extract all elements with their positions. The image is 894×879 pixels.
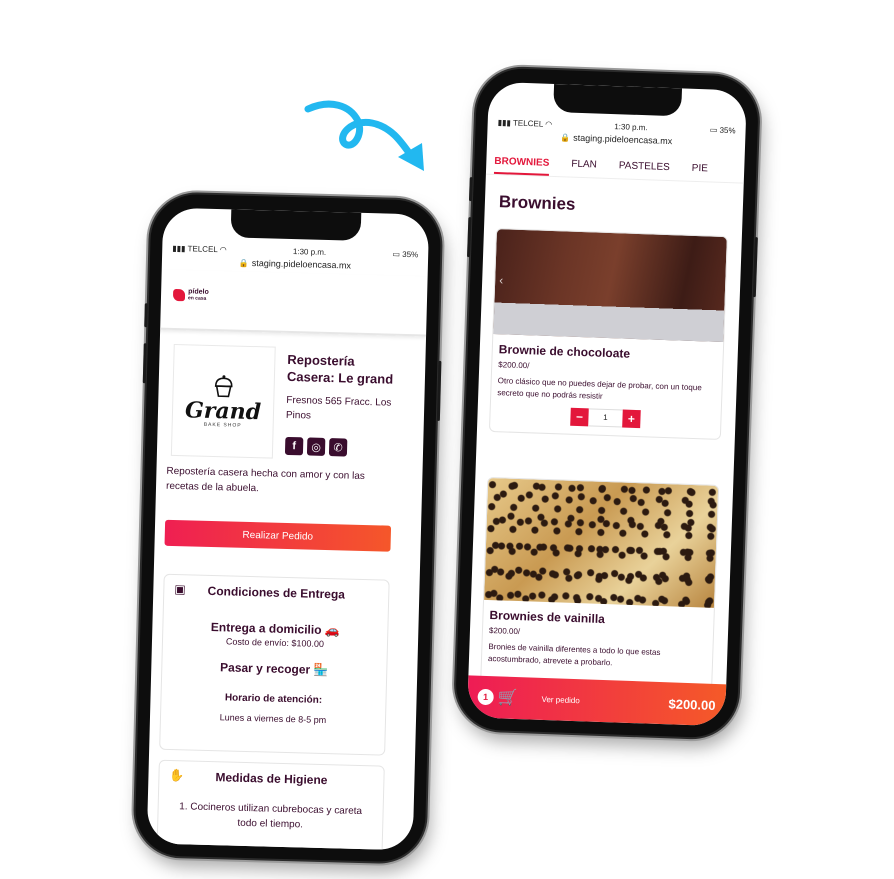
logo-text: Grand xyxy=(184,397,262,426)
phone-right-screen: ▮▮▮ TELCEL ◠ 1:30 p.m. ▭ 35% 🔒 staging.pi… xyxy=(466,81,747,727)
status-time: 1:30 p.m. xyxy=(614,121,648,132)
store-address: Fresnos 565 Fracc. Los Pinos xyxy=(285,394,392,422)
delivery-title: Condiciones de Entrega xyxy=(207,583,346,602)
tab-pie[interactable]: PIE xyxy=(691,159,708,182)
carrier-label: TELCEL xyxy=(512,118,544,129)
signal-icon: ▮▮▮ xyxy=(497,117,512,127)
lock-icon: 🔒 xyxy=(560,133,571,143)
brand-mark-icon xyxy=(172,288,186,302)
tab-brownies[interactable]: BROWNIES xyxy=(493,151,550,176)
whatsapp-icon[interactable]: ◎ xyxy=(306,437,326,456)
phone-right: ▮▮▮ TELCEL ◠ 1:30 p.m. ▭ 35% 🔒 staging.pi… xyxy=(454,67,760,739)
phone-icon[interactable]: ✆ xyxy=(328,438,348,457)
signal-icon: ▮▮▮ xyxy=(172,243,186,253)
hygiene-item: 1. Cocineros utilizan cubrebocas y caret… xyxy=(179,801,363,831)
url-text: staging.pideloencasa.mx xyxy=(251,257,352,271)
category-tabs: BROWNIES FLAN PASTELES PIE xyxy=(485,151,745,184)
social-links: f ◎ ✆ xyxy=(284,436,348,457)
product-description: Bronies de vainilla diferentes a todo lo… xyxy=(487,642,661,668)
place-order-button[interactable]: Realizar Pedido xyxy=(164,519,392,552)
battery-icon: ▭ xyxy=(709,124,718,135)
store-name: Repostería Casera: Le grand xyxy=(286,351,394,387)
status-time: 1:30 p.m. xyxy=(292,246,327,257)
wifi-icon: ◠ xyxy=(545,119,553,129)
battery-level: 35% xyxy=(402,249,419,259)
hours-value: Lunes a viernes de 8-5 pm xyxy=(219,712,327,726)
app-header: pídelo en casa xyxy=(160,269,428,337)
lock-icon: 🔒 xyxy=(238,258,249,268)
car-icon: 🚗 xyxy=(324,623,341,638)
curved-arrow-icon xyxy=(304,100,424,171)
product-card-brownie: ‹ Brownie de chocoloate $200.00/ Otro cl… xyxy=(488,228,728,440)
product-image: ‹ xyxy=(493,229,727,343)
url-text: staging.pideloencasa.mx xyxy=(573,132,673,147)
home-delivery-label: Entrega a domicilio xyxy=(210,620,322,637)
quantity-value[interactable]: 1 xyxy=(588,408,623,428)
carrier-label: TELCEL xyxy=(187,243,218,254)
product-description: Otro clásico que no puedes dejar de prob… xyxy=(497,376,702,401)
pickup-row: Pasar y recoger 🏪 xyxy=(162,659,386,679)
delivery-conditions-card: ▣ Condiciones de Entrega Entrega a domic… xyxy=(159,573,390,756)
product-card-vanilla: Brownies de vainilla $200.00/ Bronies de… xyxy=(479,476,720,707)
view-order-link[interactable]: Ver pedido xyxy=(541,694,580,704)
wifi-icon: ◠ xyxy=(219,244,227,254)
hygiene-title: Medidas de Higiene xyxy=(215,770,328,788)
tab-pasteles[interactable]: PASTELES xyxy=(618,156,670,180)
logo-subtext: BAKE SHOP xyxy=(203,421,242,429)
store-icon: 🏪 xyxy=(313,662,329,678)
increment-button[interactable]: + xyxy=(622,409,641,429)
battery-icon: ▭ xyxy=(392,249,401,259)
quantity-stepper: − 1 + xyxy=(490,405,720,431)
pickup-label: Pasar y recoger xyxy=(219,660,311,677)
hygiene-card: ✋ Medidas de Higiene 1. Cocineros utiliz… xyxy=(155,759,385,851)
cupcake-icon xyxy=(214,375,233,398)
cart-icon: 🛒 xyxy=(497,689,518,708)
hours-title: Horario de atención: xyxy=(224,692,323,706)
product-image xyxy=(484,477,719,608)
cart-count-badge: 1 xyxy=(477,688,494,706)
phone-left-screen: ▮▮▮ TELCEL ◠ 1:30 p.m. ▭ 35% 🔒 staging.pi… xyxy=(146,207,430,851)
store-description: Repostería casera hecha con amor y con l… xyxy=(165,465,365,495)
battery-level: 35% xyxy=(719,125,736,135)
facebook-icon[interactable]: f xyxy=(284,436,304,456)
carousel-left-icon[interactable]: ‹ xyxy=(499,273,503,287)
cart-total: $200.00 xyxy=(668,695,716,713)
brand-line2: en casa xyxy=(187,295,207,302)
brand-logo[interactable]: pídelo en casa xyxy=(172,288,209,303)
decrement-button[interactable]: − xyxy=(570,407,589,427)
store-logo: Grand BAKE SHOP xyxy=(170,343,276,459)
phone-left: ▮▮▮ TELCEL ◠ 1:30 p.m. ▭ 35% 🔒 staging.pi… xyxy=(134,193,442,863)
cart-bar[interactable]: 1 🛒 Ver pedido $200.00 xyxy=(466,675,727,727)
section-title: Brownies xyxy=(498,192,576,214)
tab-flan[interactable]: FLAN xyxy=(571,155,597,178)
